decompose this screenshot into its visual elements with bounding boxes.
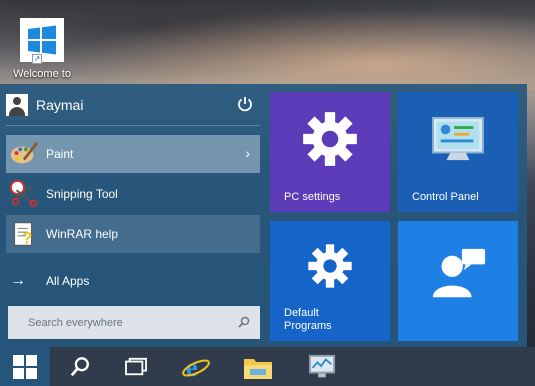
tile-label: PC settings — [284, 191, 341, 203]
search-icon — [70, 356, 89, 376]
arrow-right-icon: → — [10, 272, 26, 289]
tile-pc-settings[interactable]: PC settings — [270, 92, 390, 212]
app-item-snipping-tool[interactable]: Snipping Tool — [6, 175, 260, 213]
user-account[interactable]: Raymai — [6, 92, 260, 118]
desktop-icon-label: Welcome to — [13, 68, 71, 80]
tile-people[interactable] — [398, 221, 518, 341]
all-apps-button[interactable]: → All Apps — [6, 266, 260, 296]
tile-label: Default Programs — [284, 307, 332, 332]
search-icon — [238, 316, 250, 328]
search-box[interactable] — [8, 306, 260, 339]
monitor-button[interactable] — [302, 347, 342, 386]
start-windows-icon — [13, 354, 37, 379]
chevron-right-icon[interactable]: › — [245, 145, 250, 161]
desktop-shortcut-welcome[interactable]: ↗ Welcome to — [4, 18, 80, 84]
windows-logo-icon: ↗ — [20, 18, 64, 64]
svg-text:?: ? — [22, 228, 32, 247]
taskbar-search-button[interactable] — [62, 347, 98, 386]
task-view-icon — [125, 357, 147, 375]
search-input[interactable] — [28, 316, 228, 329]
shortcut-arrow-icon: ↗ — [32, 54, 42, 64]
desktop-wallpaper — [0, 0, 535, 90]
start-menu: Raymai Paint › Snipping Tool ? WinRAR he… — [0, 84, 527, 347]
power-icon[interactable] — [236, 95, 254, 113]
start-button[interactable] — [0, 347, 50, 386]
file-explorer-icon — [244, 358, 272, 379]
tile-control-panel[interactable]: Control Panel — [398, 92, 518, 212]
paint-palette-icon — [8, 138, 40, 170]
internet-explorer-button[interactable]: e — [176, 347, 216, 386]
tile-default-programs[interactable]: Default Programs — [270, 221, 390, 341]
task-view-button[interactable] — [118, 347, 154, 386]
gear-icon — [270, 108, 390, 170]
all-apps-label: All Apps — [46, 274, 90, 288]
control-panel-icon — [398, 116, 518, 164]
help-document-icon: ? — [8, 218, 40, 250]
app-item-label: Paint — [46, 147, 74, 161]
app-item-label: Snipping Tool — [46, 187, 118, 201]
user-name: Raymai — [36, 97, 84, 113]
tile-label: Control Panel — [412, 191, 479, 203]
monitor-icon — [308, 354, 336, 377]
people-chat-icon — [398, 245, 518, 303]
scissors-icon — [8, 178, 40, 210]
taskbar: e — [0, 347, 535, 386]
file-explorer-button[interactable] — [238, 347, 278, 386]
user-avatar-icon — [6, 94, 28, 116]
gear-icon — [270, 241, 390, 291]
app-item-winrar-help[interactable]: ? WinRAR help — [6, 215, 260, 253]
internet-explorer-icon: e — [182, 353, 210, 382]
divider — [6, 125, 260, 126]
app-item-paint[interactable]: Paint › — [6, 135, 260, 173]
app-item-label: WinRAR help — [46, 227, 119, 241]
